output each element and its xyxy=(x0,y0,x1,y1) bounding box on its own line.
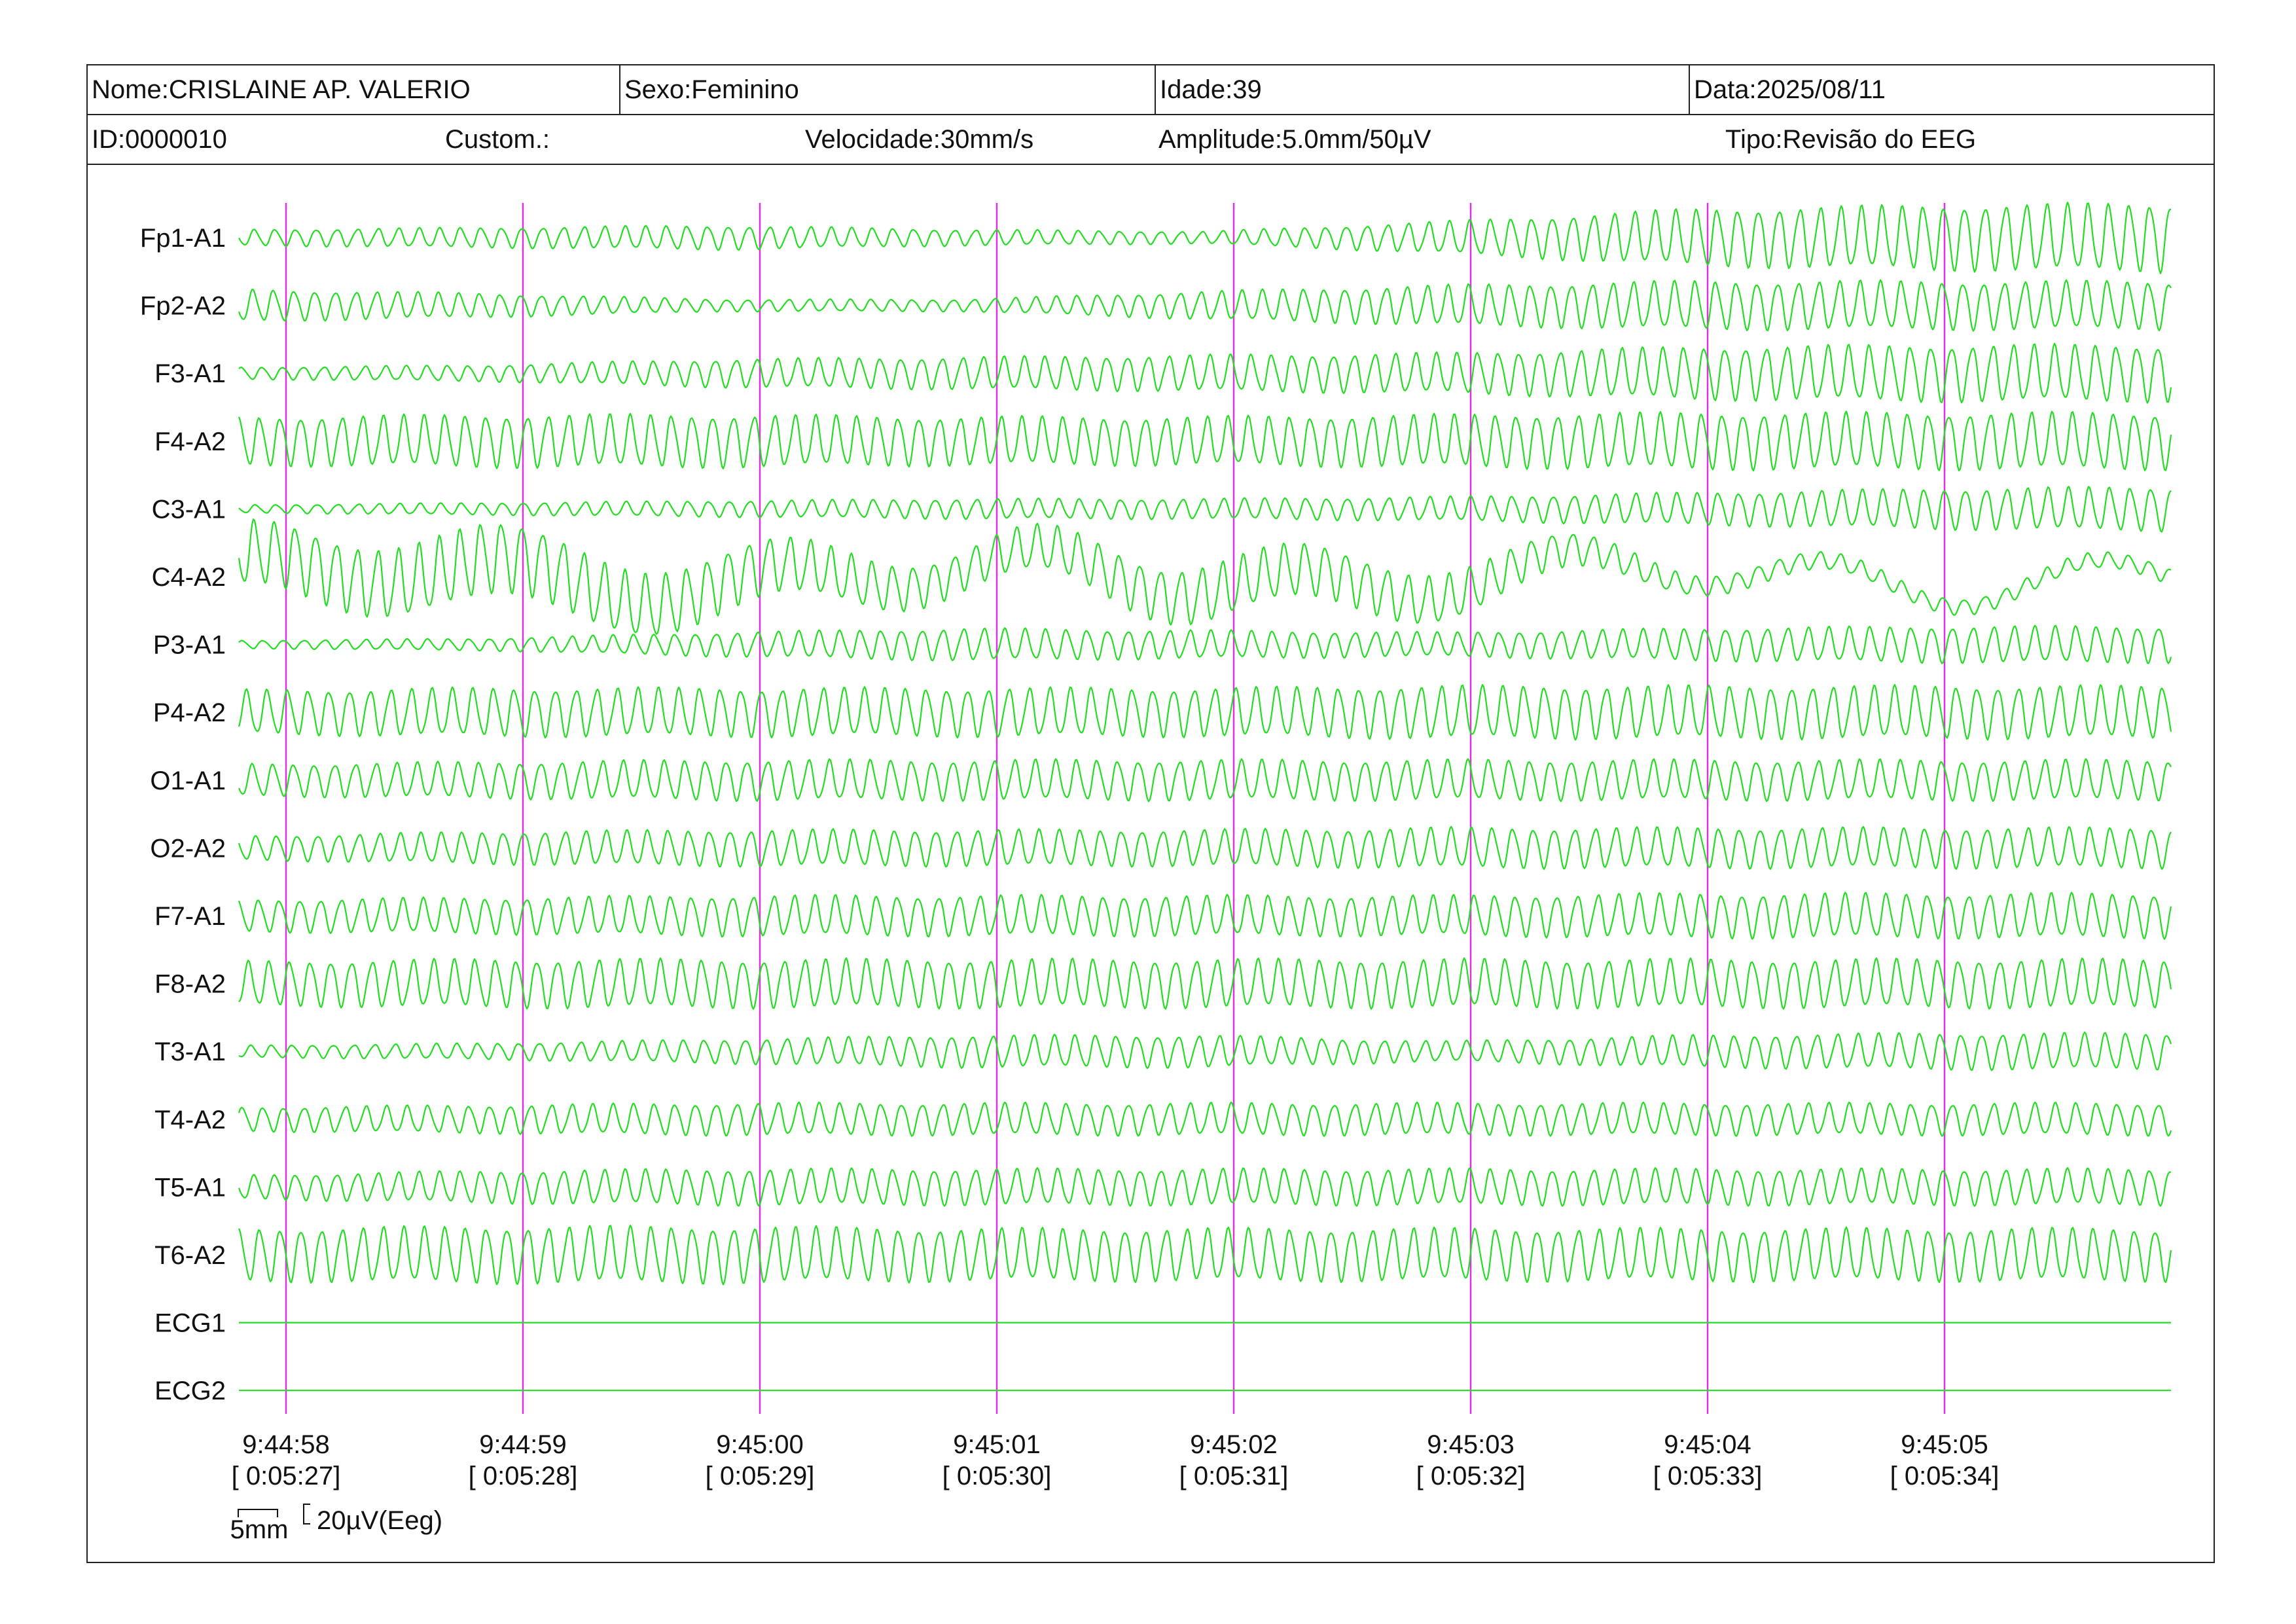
paper-speed: Velocidade:30mm/s xyxy=(805,124,1034,154)
header-row-patient: Nome:CRISLAINE AP. VALERIO Sexo:Feminino… xyxy=(88,65,2214,115)
custom-field: Custom.: xyxy=(445,124,550,154)
patient-id: ID:0000010 xyxy=(92,124,227,154)
review-type: Tipo:Revisão do EEG xyxy=(1725,124,1977,154)
exam-date: Data:2025/08/11 xyxy=(1689,65,2214,114)
header-row-recording: ID:0000010 Custom.: Velocidade:30mm/s Am… xyxy=(88,115,2214,165)
patient-sex: Sexo:Feminino xyxy=(619,65,1155,114)
report-frame: Nome:CRISLAINE AP. VALERIO Sexo:Feminino… xyxy=(86,64,2215,1563)
patient-age: Idade:39 xyxy=(1155,65,1689,114)
amplitude-setting: Amplitude:5.0mm/50µV xyxy=(1158,124,1431,154)
patient-name: Nome:CRISLAINE AP. VALERIO xyxy=(92,75,471,104)
